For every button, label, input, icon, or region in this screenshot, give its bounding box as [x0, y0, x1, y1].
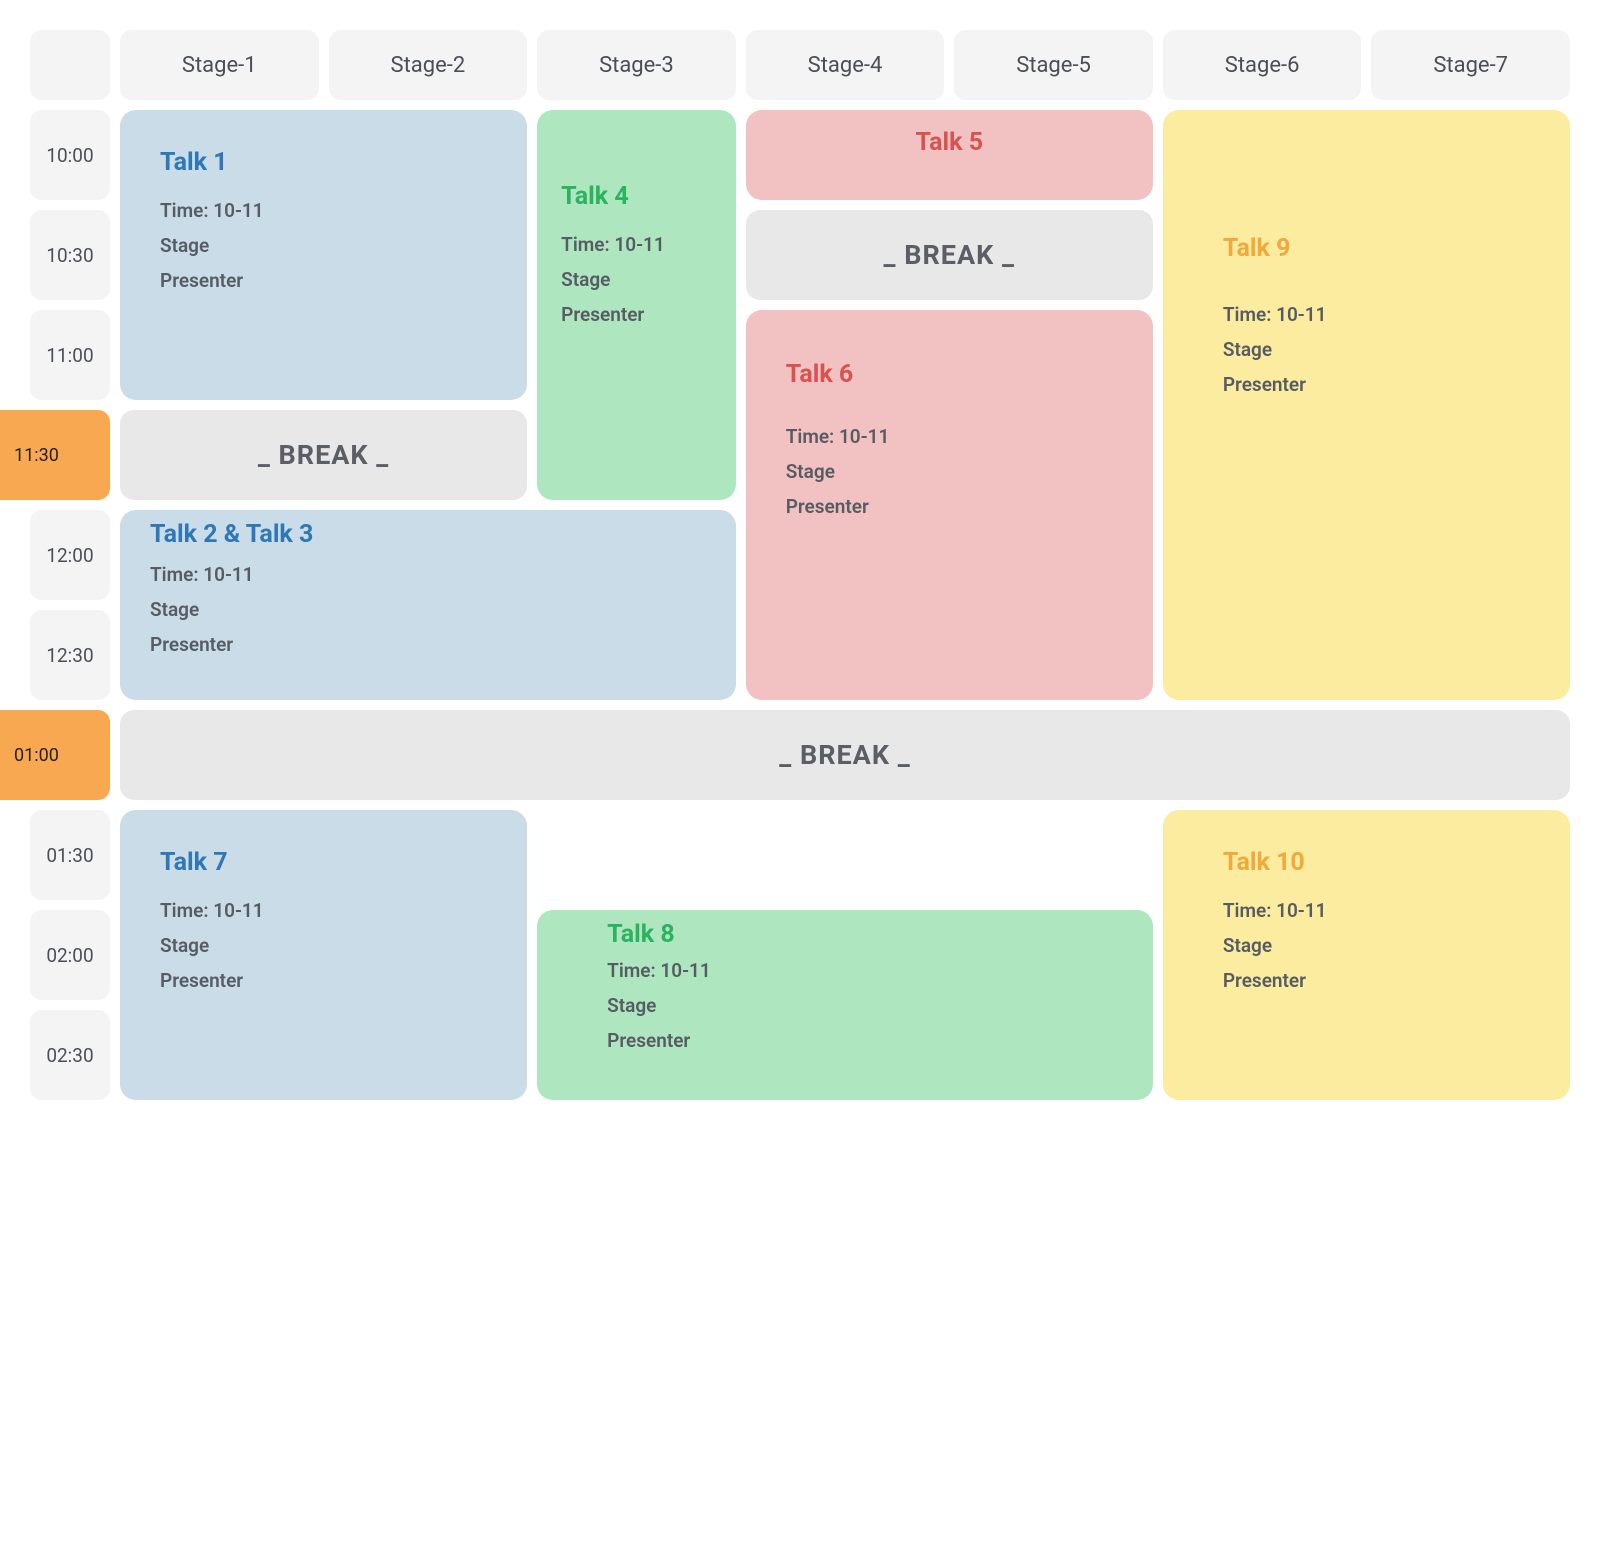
talk-10-card[interactable]: Talk 10 Time: 10-11 Stage Presenter [1163, 810, 1570, 1100]
stage-header: Stage-7 [1371, 30, 1570, 100]
talk-time: Time: 10-11 [561, 233, 708, 256]
talk-title: Talk 4 [561, 182, 708, 211]
talk-title: Talk 6 [786, 360, 1125, 389]
talk-time: Time: 10-11 [160, 199, 499, 222]
talk-presenter: Presenter [786, 495, 1125, 518]
stage-header: Stage-5 [954, 30, 1153, 100]
time-label-highlight: 11:30 [0, 410, 110, 500]
talk-1-card[interactable]: Talk 1 Time: 10-11 Stage Presenter [120, 110, 527, 400]
talk-title: Talk 2 & Talk 3 [150, 520, 708, 549]
stage-header: Stage-3 [537, 30, 736, 100]
stage-header: Stage-4 [746, 30, 945, 100]
talk-title: Talk 8 [607, 920, 1125, 949]
time-label: 10:00 [30, 110, 110, 200]
talk-6-card[interactable]: Talk 6 Time: 10-11 Stage Presenter [746, 310, 1153, 700]
talk-title: Talk 1 [160, 148, 499, 177]
talk-stage: Stage [150, 598, 708, 621]
talk-stage: Stage [1223, 934, 1542, 957]
talk-stage: Stage [160, 234, 499, 257]
time-label: 01:30 [30, 810, 110, 900]
talk-9-card[interactable]: Talk 9 Time: 10-11 Stage Presenter [1163, 110, 1570, 700]
schedule-grid: Stage-1 Stage-2 Stage-3 Stage-4 Stage-5 … [30, 30, 1570, 1100]
talk-2-3-card[interactable]: Talk 2 & Talk 3 Time: 10-11 Stage Presen… [120, 510, 736, 700]
talk-stage: Stage [160, 934, 499, 957]
talk-5-card[interactable]: Talk 5 [746, 110, 1153, 200]
stage-header: Stage-1 [120, 30, 319, 100]
talk-stage: Stage [786, 460, 1125, 483]
time-label: 11:00 [30, 310, 110, 400]
talk-8-card[interactable]: Talk 8 Time: 10-11 Stage Presenter [537, 910, 1153, 1100]
time-label-highlight: 01:00 [0, 710, 110, 800]
corner-cell [30, 30, 110, 100]
talk-presenter: Presenter [160, 269, 499, 292]
talk-presenter: Presenter [607, 1029, 1125, 1052]
talk-title: Talk 9 [1223, 234, 1542, 263]
talk-time: Time: 10-11 [160, 899, 499, 922]
talk-time: Time: 10-11 [150, 563, 708, 586]
talk-presenter: Presenter [561, 303, 708, 326]
stage-header: Stage-6 [1163, 30, 1362, 100]
talk-presenter: Presenter [150, 633, 708, 656]
talk-time: Time: 10-11 [1223, 899, 1542, 922]
talk-presenter: Presenter [1223, 373, 1542, 396]
time-label: 12:00 [30, 510, 110, 600]
talk-stage: Stage [1223, 338, 1542, 361]
talk-7-card[interactable]: Talk 7 Time: 10-11 Stage Presenter [120, 810, 527, 1100]
time-label: 10:30 [30, 210, 110, 300]
talk-presenter: Presenter [1223, 969, 1542, 992]
talk-stage: Stage [607, 994, 1125, 1017]
time-label: 12:30 [30, 610, 110, 700]
stage-header: Stage-2 [329, 30, 528, 100]
talk-time: Time: 10-11 [1223, 303, 1542, 326]
talk-title: Talk 5 [762, 128, 1137, 157]
talk-title: Talk 7 [160, 848, 499, 877]
break-block-full: _ BREAK _ [120, 710, 1570, 800]
talk-presenter: Presenter [160, 969, 499, 992]
talk-stage: Stage [561, 268, 708, 291]
time-label: 02:00 [30, 910, 110, 1000]
talk-4-card[interactable]: Talk 4 Time: 10-11 Stage Presenter [537, 110, 736, 500]
break-block: _ BREAK _ [746, 210, 1153, 300]
talk-time: Time: 10-11 [607, 959, 1125, 982]
talk-title: Talk 10 [1223, 848, 1542, 877]
time-label: 02:30 [30, 1010, 110, 1100]
break-block: _ BREAK _ [120, 410, 527, 500]
talk-time: Time: 10-11 [786, 425, 1125, 448]
